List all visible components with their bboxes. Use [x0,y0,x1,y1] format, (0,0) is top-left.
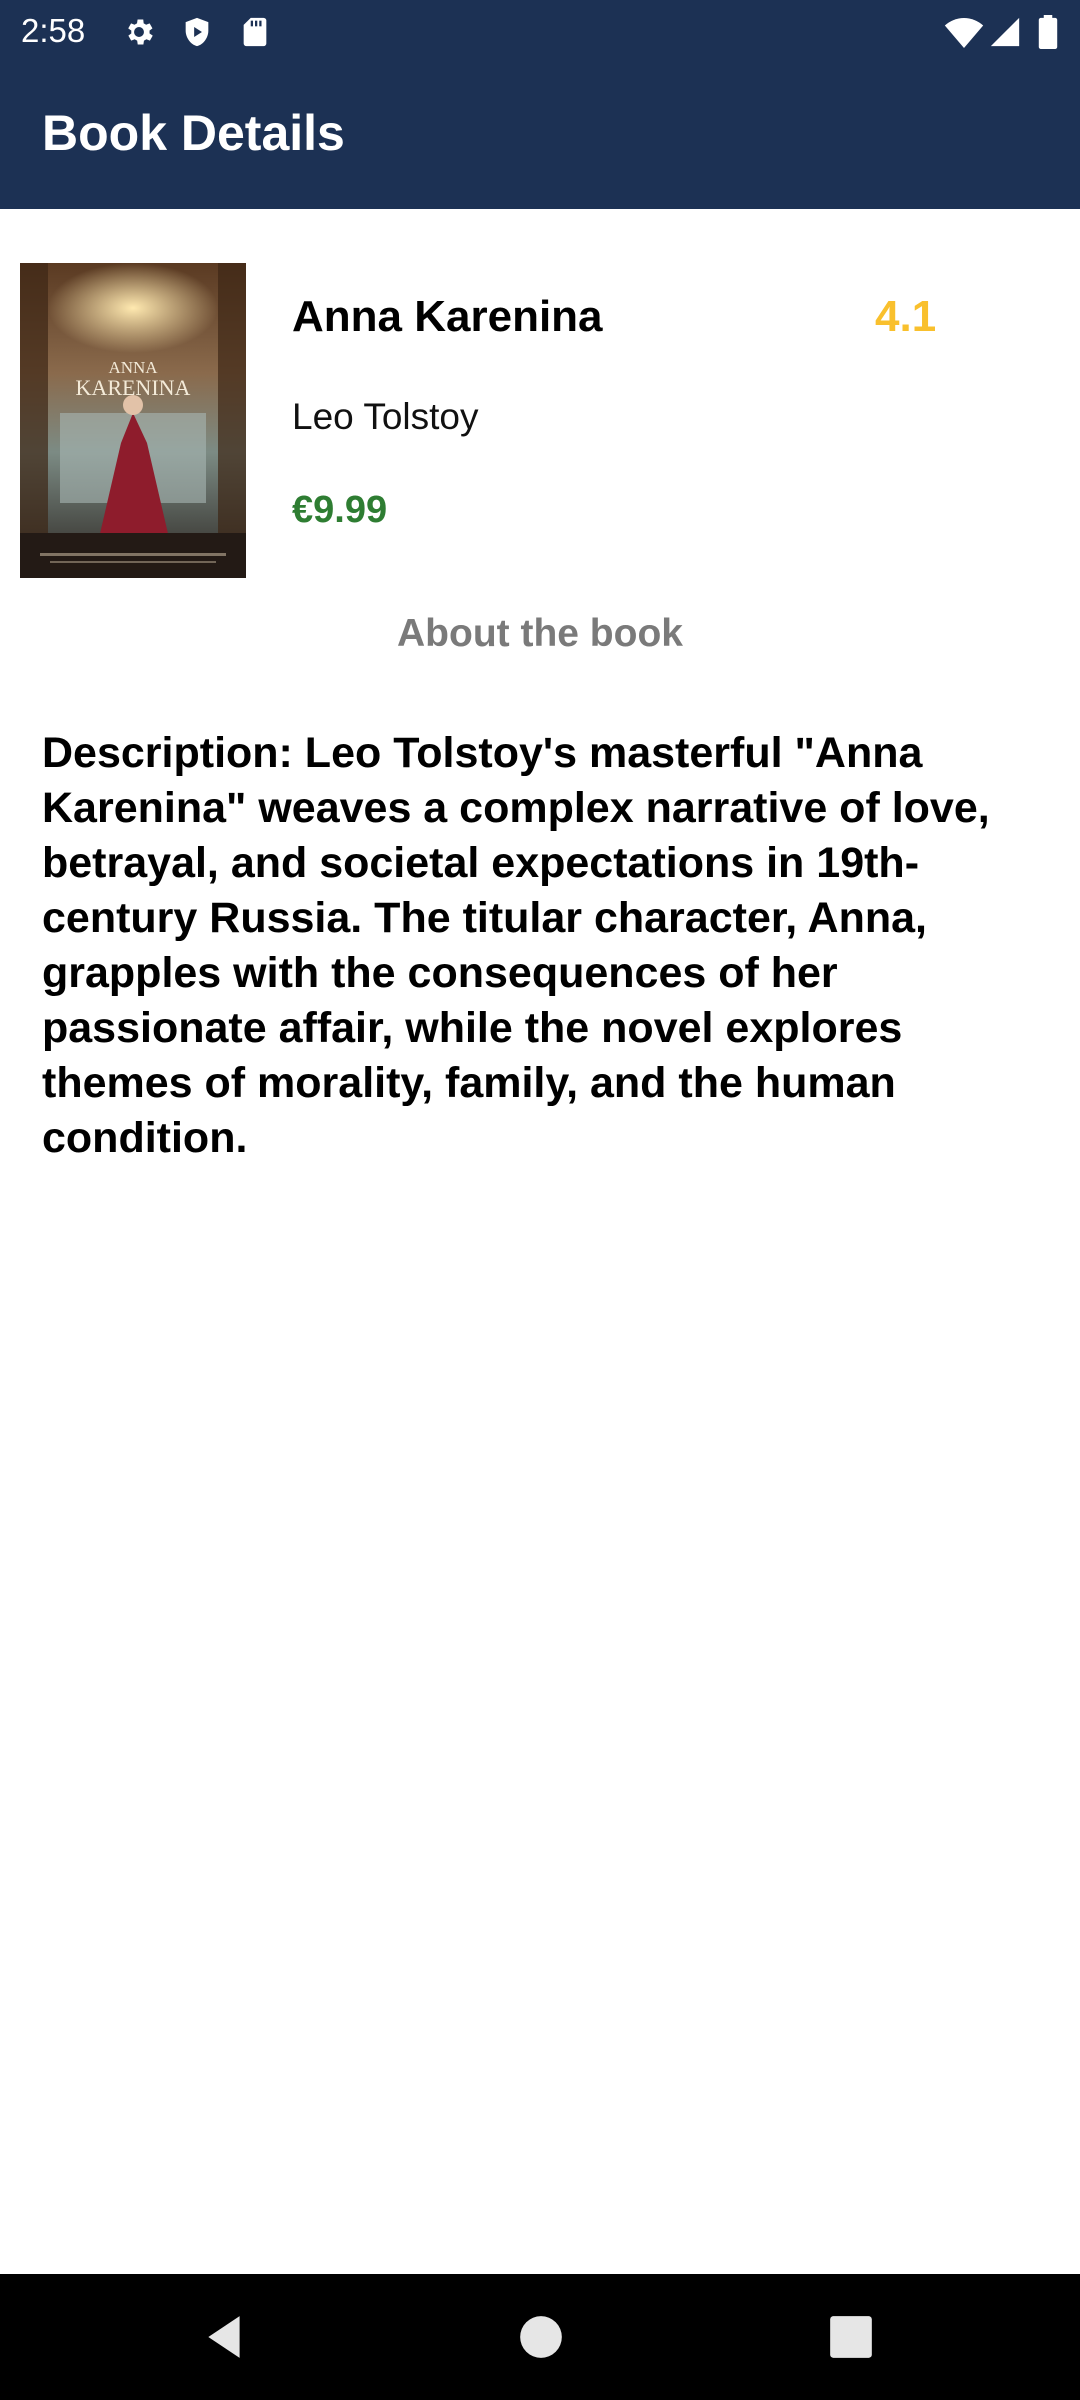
book-cover-image: ANNA KARENINA [20,263,246,578]
page-title: Book Details [42,105,345,161]
shield-play-icon [185,17,209,47]
recents-icon[interactable] [826,2312,876,2362]
about-heading: About the book [397,612,683,655]
status-time: 2:58 [21,12,86,49]
back-icon[interactable] [200,2312,250,2362]
battery-icon [1038,15,1058,49]
cell-signal-icon [990,17,1020,47]
cover-title-line2: KARENINA [76,375,191,400]
navigation-bar [0,2274,1080,2400]
book-description: Description: Leo Tolstoy's masterful "An… [42,729,990,1162]
book-title: Anna Karenina [292,292,603,341]
sd-card-icon [243,17,267,47]
book-price: €9.99 [292,489,388,531]
home-icon[interactable] [516,2312,566,2362]
book-rating: 4.1 [875,292,937,341]
status-bar: 2:58 [0,0,1080,62]
app-bar: Book Details [0,62,1080,209]
wifi-icon [944,18,984,48]
gear-icon [128,19,153,45]
book-author: Leo Tolstoy [292,396,479,437]
